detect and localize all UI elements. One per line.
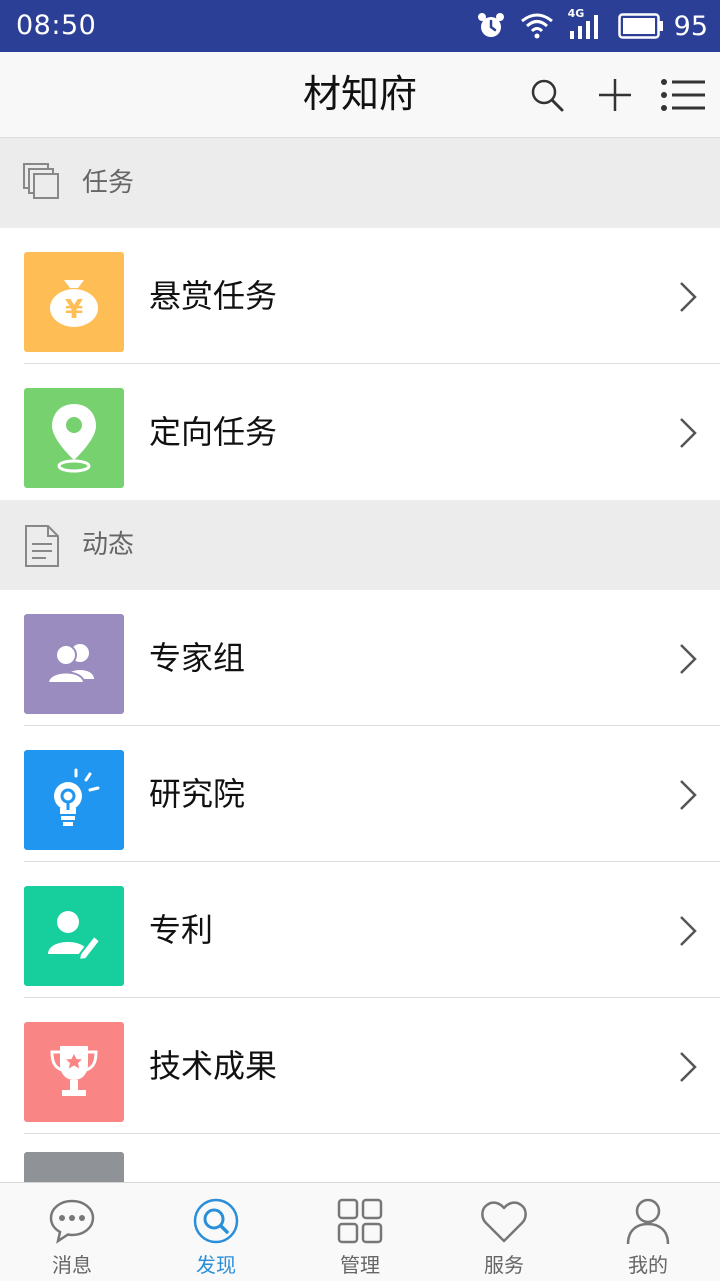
tab-label: 服务 (484, 1253, 524, 1277)
group-icon (46, 644, 94, 684)
grid-icon (337, 1198, 383, 1244)
wifi-icon (520, 11, 554, 41)
battery-level: 95 (673, 10, 708, 42)
list-item-label: 技术成果 (149, 1047, 278, 1085)
plus-icon (599, 78, 631, 111)
list-item-expert-group[interactable]: 专家组 (0, 590, 720, 726)
list-item-directed-task[interactable]: 定向任务 (0, 364, 720, 500)
tab-profile[interactable]: 我的 (576, 1183, 720, 1281)
search-icon (531, 79, 564, 111)
list-item-label: 悬赏任务 (149, 277, 278, 315)
tab-messages[interactable]: 消息 (0, 1183, 144, 1281)
battery-icon (617, 13, 664, 39)
svg-text:¥: ¥ (65, 295, 83, 325)
layers-icon (23, 163, 59, 199)
tab-label: 发现 (196, 1253, 236, 1277)
section-title: 动态 (82, 530, 135, 560)
chevron-right-icon (680, 1052, 697, 1082)
list-item-research-institute[interactable]: 研究院 (0, 726, 720, 862)
network-type: 4G (567, 7, 585, 20)
person-icon (626, 1198, 670, 1245)
location-pin-icon (52, 404, 96, 473)
bottom-tab-bar: 消息 发现 管理 服务 我的 (0, 1182, 720, 1281)
list-item-label: 研究院 (149, 775, 246, 813)
chevron-right-icon (680, 780, 697, 810)
search-button[interactable] (524, 72, 570, 118)
list-item-patent[interactable]: 专利 (0, 862, 720, 998)
tile (24, 1022, 124, 1122)
chevron-right-icon (680, 418, 697, 448)
chat-bubble-icon (49, 1199, 95, 1244)
tab-discover[interactable]: 发现 (144, 1183, 288, 1281)
tab-label: 我的 (628, 1253, 668, 1277)
alarm-icon (476, 11, 506, 41)
list-item-label: 定向任务 (149, 413, 278, 451)
status-time: 08:50 (16, 10, 97, 41)
status-bar: 08:50 4G 95 (0, 0, 720, 52)
trophy-icon (50, 1046, 98, 1096)
list-item-label: 专利 (149, 911, 214, 949)
chevron-right-icon (680, 644, 697, 674)
section-title: 任务 (82, 168, 135, 198)
tile (24, 750, 124, 850)
user-edit-icon (48, 911, 102, 962)
chevron-right-icon (680, 916, 697, 946)
search-circle-icon (193, 1198, 239, 1244)
tile: ¥ (24, 252, 124, 352)
tile (24, 388, 124, 488)
document-icon (25, 525, 59, 567)
lightbulb-icon (54, 768, 100, 826)
cellular-signal-icon: 4G (568, 7, 604, 41)
app-bar: 材知府 (0, 52, 720, 138)
tab-label: 管理 (340, 1253, 380, 1277)
chevron-right-icon (680, 282, 697, 312)
menu-icon (661, 78, 705, 111)
tab-manage[interactable]: 管理 (288, 1183, 432, 1281)
list-item-tech-achievements[interactable]: 技术成果 (0, 998, 720, 1134)
tab-label: 消息 (52, 1253, 92, 1277)
list-item-bounty-task[interactable]: ¥ 悬赏任务 (0, 228, 720, 364)
divider (24, 1133, 720, 1134)
heart-icon (481, 1201, 527, 1243)
section-header-updates: 动态 (0, 500, 720, 590)
add-button[interactable] (592, 72, 638, 118)
list-item-label: 专家组 (149, 639, 246, 677)
money-bag-icon: ¥ (50, 280, 98, 327)
section-header-tasks: 任务 (0, 138, 720, 228)
tab-services[interactable]: 服务 (432, 1183, 576, 1281)
tile (24, 614, 124, 714)
tile (24, 886, 124, 986)
menu-button[interactable] (660, 72, 706, 118)
status-icons: 4G 95 (476, 7, 708, 44)
